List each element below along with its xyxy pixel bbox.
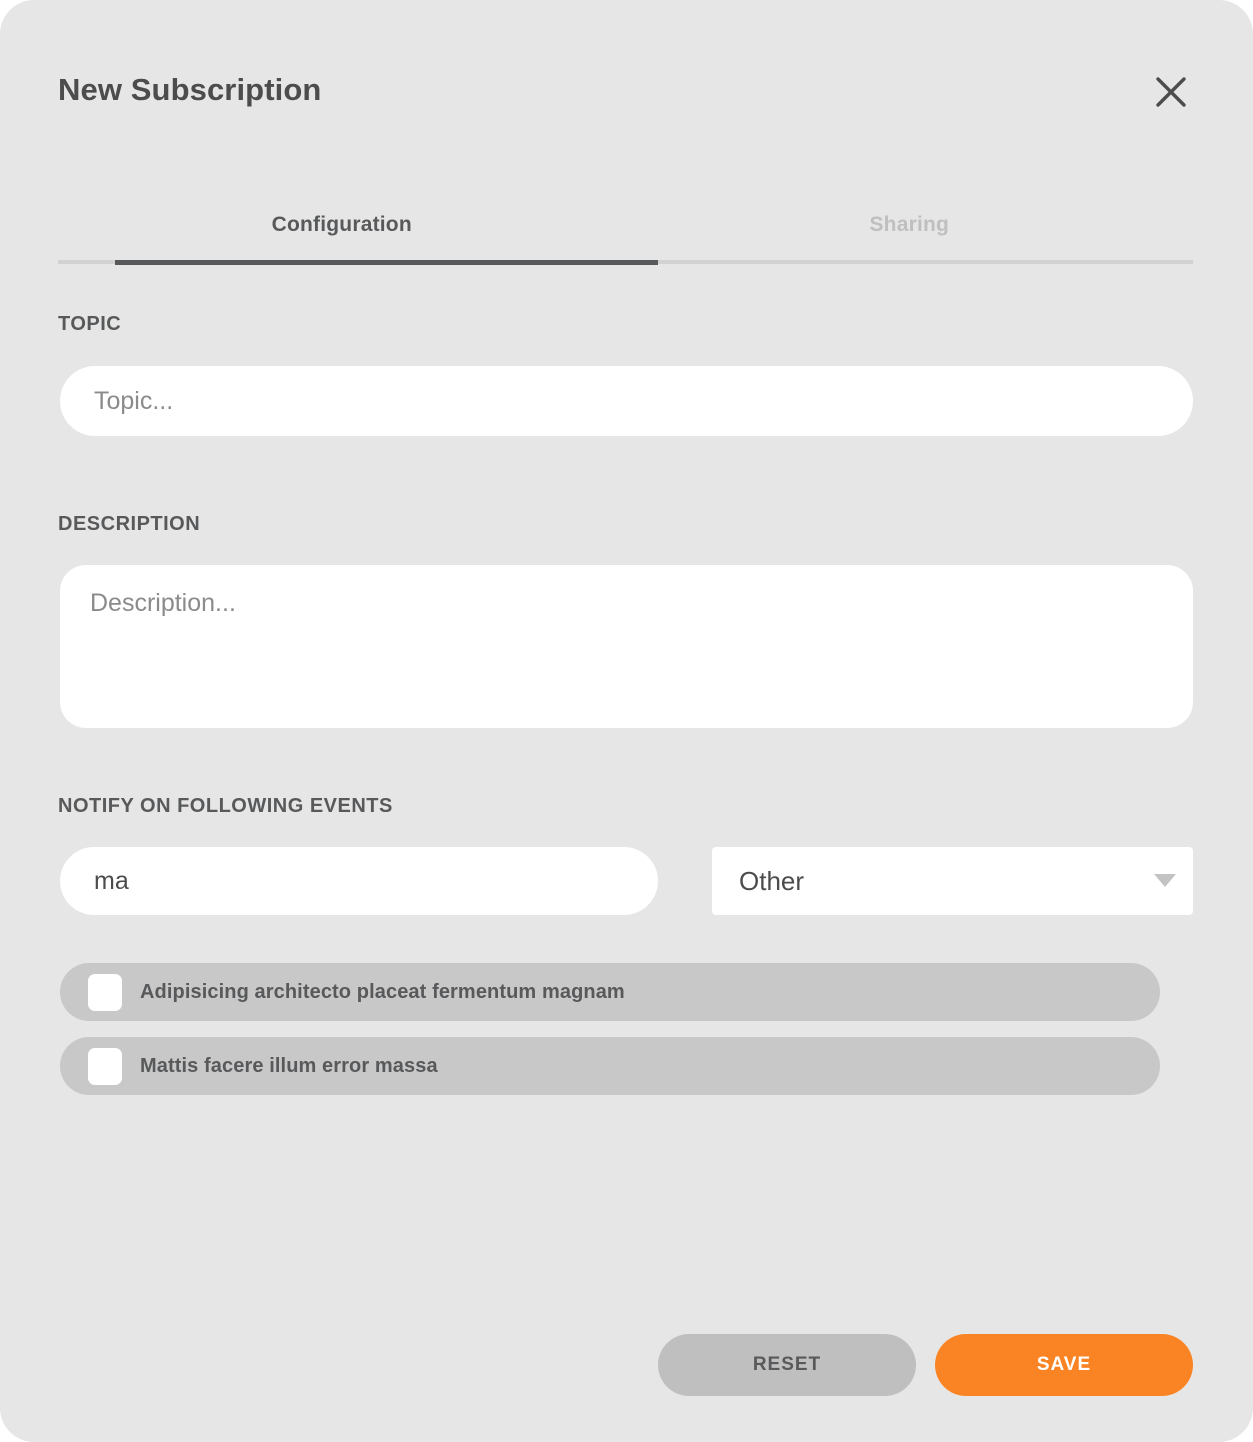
tab-bar: Configuration Sharing: [58, 190, 1193, 268]
event-category-select[interactable]: Other: [712, 847, 1193, 915]
description-label: DESCRIPTION: [58, 513, 201, 535]
page-title: New Subscription: [58, 72, 322, 107]
event-checkbox[interactable]: [88, 973, 122, 1011]
event-checkbox[interactable]: [88, 1047, 122, 1085]
events-label: NOTIFY ON FOLLOWING EVENTS: [58, 795, 393, 817]
dialog-footer: RESET SAVE: [0, 1302, 1253, 1442]
topic-input[interactable]: [60, 366, 1193, 436]
event-category-value: Other: [739, 865, 805, 896]
tab-active-indicator: [115, 260, 658, 265]
close-button[interactable]: [1149, 70, 1193, 114]
close-x-icon: [1154, 75, 1188, 109]
tab-sharing[interactable]: Sharing: [626, 190, 1194, 260]
chevron-down-icon: [1147, 874, 1193, 888]
topic-label: TOPIC: [58, 313, 122, 335]
event-results-list: Adipisicing architecto placeat fermentum…: [60, 963, 1160, 1111]
save-button[interactable]: SAVE: [935, 1334, 1193, 1396]
description-input[interactable]: [60, 565, 1193, 728]
dialog-header: New Subscription: [0, 0, 1253, 170]
tab-configuration[interactable]: Configuration: [58, 190, 626, 260]
event-label: Mattis facere illum error massa: [140, 1054, 438, 1077]
reset-button[interactable]: RESET: [658, 1334, 916, 1396]
event-label: Adipisicing architecto placeat fermentum…: [140, 980, 625, 1003]
event-search-input[interactable]: [60, 847, 658, 915]
list-item[interactable]: Mattis facere illum error massa: [60, 1037, 1160, 1095]
new-subscription-dialog: New Subscription Configuration Sharing T…: [0, 0, 1253, 1442]
list-item[interactable]: Adipisicing architecto placeat fermentum…: [60, 963, 1160, 1021]
